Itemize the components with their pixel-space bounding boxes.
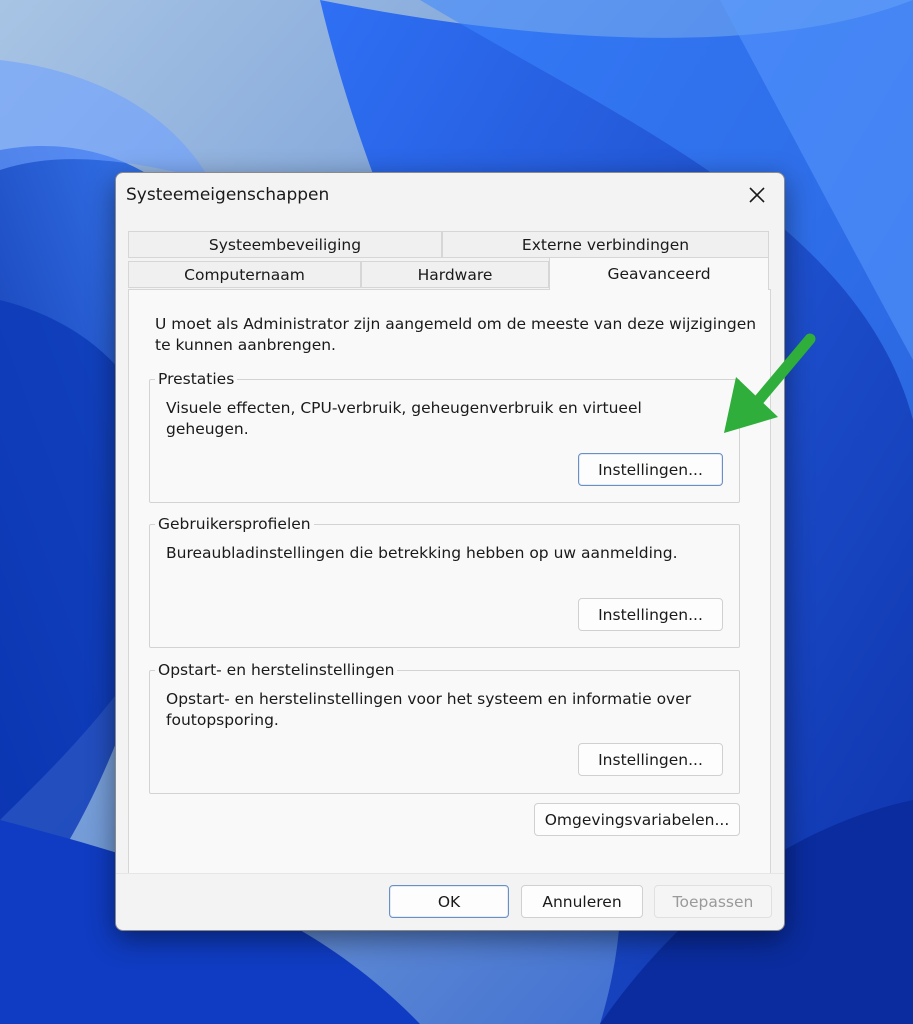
- performance-settings-button[interactable]: Instellingen...: [578, 453, 723, 486]
- group-title-prestaties: Prestaties: [155, 369, 238, 389]
- group-gebruikersprofielen: Gebruikersprofielen Bureaubladinstelling…: [149, 514, 740, 648]
- close-icon: [749, 187, 765, 203]
- group-title-opstart-herstel: Opstart- en herstelinstellingen: [155, 660, 398, 680]
- group-description-prestaties: Visuele effecten, CPU-verbruik, geheugen…: [166, 399, 642, 438]
- footer-divider: [116, 873, 784, 874]
- ok-button[interactable]: OK: [389, 885, 509, 918]
- tab-computernaam[interactable]: Computernaam: [128, 261, 361, 288]
- group-opstart-herstel: Opstart- en herstelinstellingen Opstart-…: [149, 660, 740, 794]
- cancel-button[interactable]: Annuleren: [521, 885, 643, 918]
- admin-notice: U moet als Administrator zijn aangemeld …: [155, 315, 757, 354]
- tab-externe-verbindingen[interactable]: Externe verbindingen: [442, 231, 769, 258]
- tab-systeembeveiliging[interactable]: Systeembeveiliging: [128, 231, 442, 258]
- profiles-settings-button[interactable]: Instellingen...: [578, 598, 723, 631]
- tab-hardware[interactable]: Hardware: [361, 261, 549, 288]
- group-prestaties: Prestaties Visuele effecten, CPU-verbrui…: [149, 369, 740, 503]
- group-description-opstart-herstel: Opstart- en herstelinstellingen voor het…: [166, 690, 692, 729]
- system-properties-dialog: Systeemeigenschappen Systeembeveiliging …: [115, 172, 785, 931]
- dialog-title: Systeemeigenschappen: [126, 185, 330, 205]
- group-title-gebruikersprofielen: Gebruikersprofielen: [155, 514, 314, 534]
- apply-button[interactable]: Toepassen: [654, 885, 772, 918]
- startup-settings-button[interactable]: Instellingen...: [578, 743, 723, 776]
- tab-geavanceerd[interactable]: Geavanceerd: [549, 257, 769, 290]
- group-description-gebruikersprofielen: Bureaubladinstellingen die betrekking he…: [166, 544, 678, 562]
- environment-variables-button[interactable]: Omgevingsvariabelen...: [534, 803, 740, 836]
- close-button[interactable]: [742, 181, 772, 209]
- arrow-icon: [724, 333, 816, 433]
